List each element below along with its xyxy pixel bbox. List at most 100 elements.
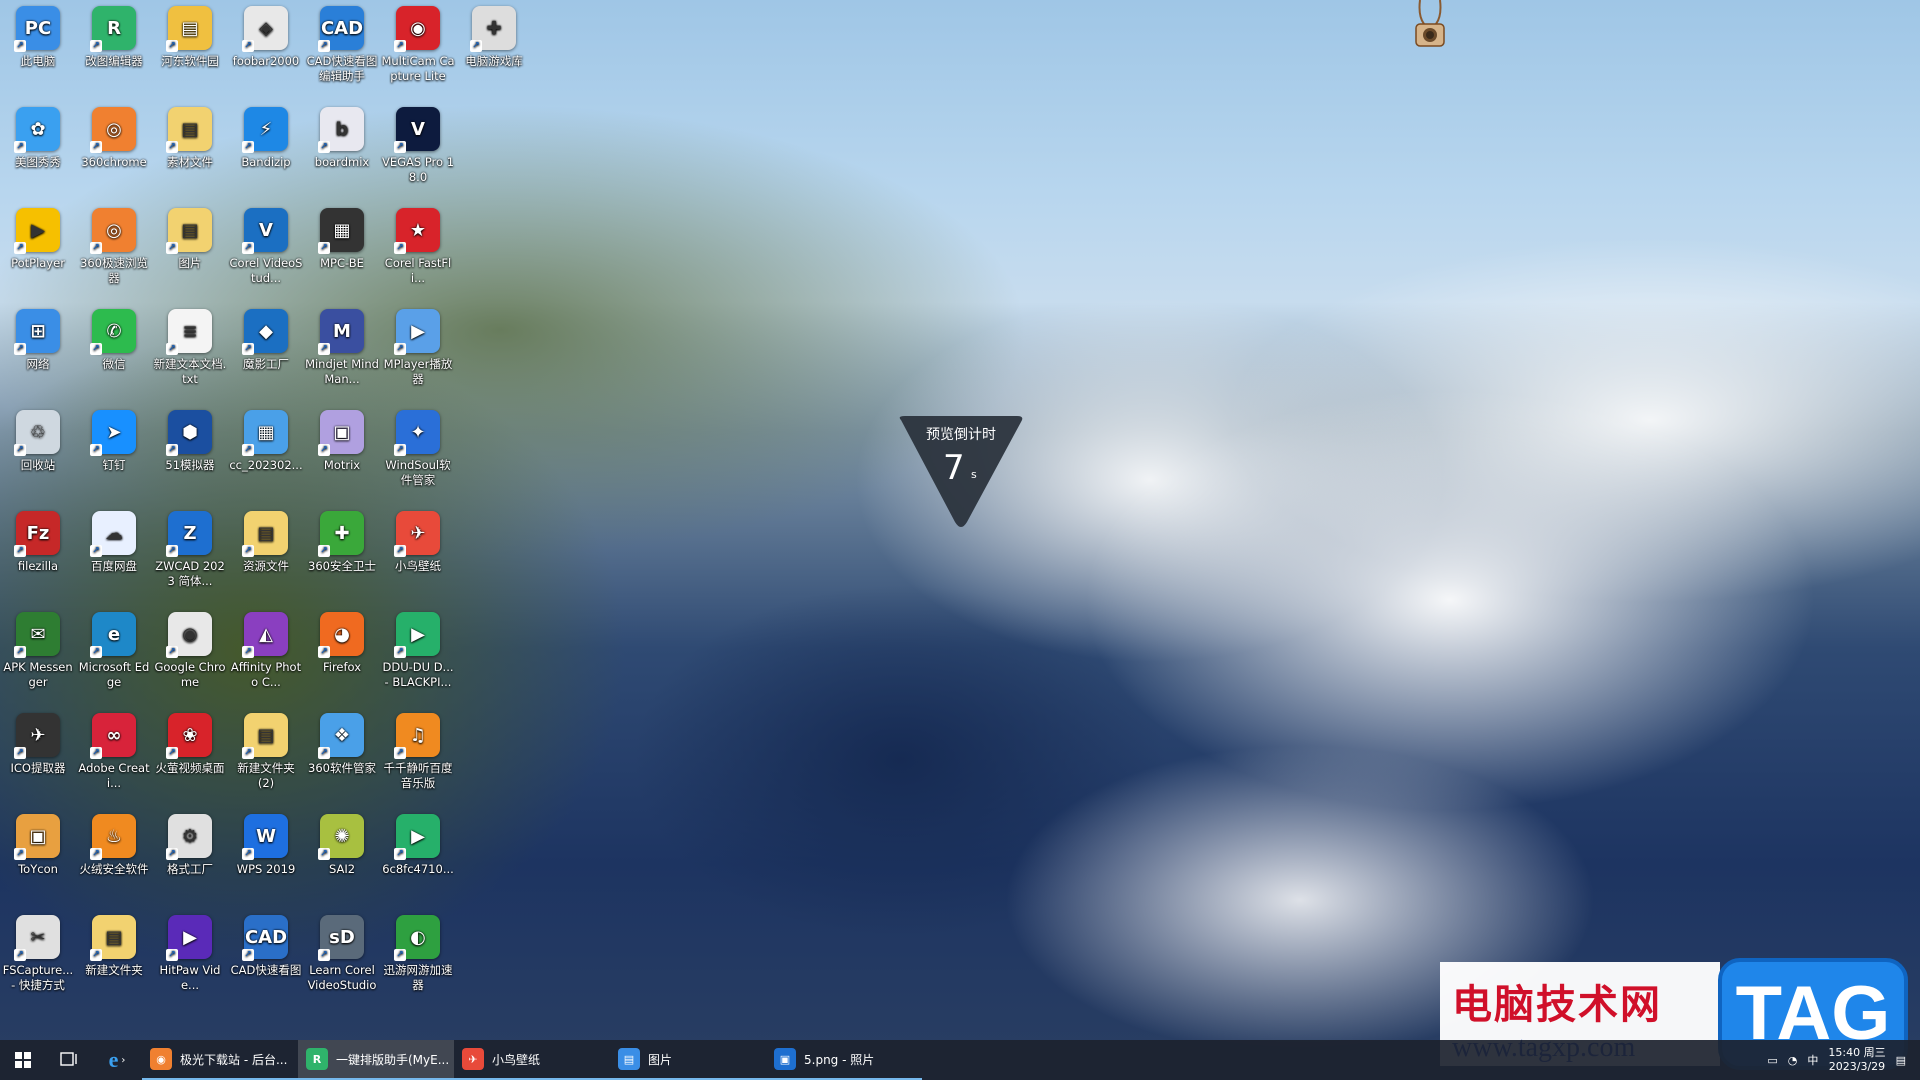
desktop-icon[interactable]: ✦ ↗ WindSoul软件管家 — [380, 404, 456, 488]
volume-icon[interactable]: ◔ — [1788, 1054, 1798, 1067]
desktop-icon[interactable]: ▣ ↗ ToYcon — [0, 808, 76, 877]
input-method-icon[interactable]: 中 — [1807, 1052, 1818, 1068]
desktop-icon[interactable]: ▤ ↗ 资源文件 — [228, 505, 304, 574]
app-glyph-icon: ▣ — [333, 421, 351, 443]
app-icon: ⚡ ↗ — [242, 107, 288, 153]
desktop-icon[interactable]: W ↗ WPS 2019 — [228, 808, 304, 877]
desktop-icon[interactable]: ✂ ↗ FSCapture... - 快捷方式 — [0, 909, 76, 993]
desktop-icon[interactable]: ▤ ↗ 图片 — [152, 202, 228, 271]
desktop-icon[interactable]: ◉ ↗ MultiCam Capture Lite — [380, 0, 456, 84]
desktop-icon[interactable]: ∞ ↗ Adobe Creati... — [76, 707, 152, 791]
desktop-icon[interactable]: Fz ↗ filezilla — [0, 505, 76, 574]
desktop-icon[interactable]: ⬢ ↗ 51模拟器 — [152, 404, 228, 473]
desktop-icon[interactable]: V ↗ Corel VideoStud... — [228, 202, 304, 286]
desktop-icon[interactable]: ▶ ↗ 6c8fc4710... — [380, 808, 456, 877]
desktop-icon[interactable]: ▶ ↗ PotPlayer — [0, 202, 76, 271]
desktop-icon-label: Bandizip — [241, 155, 291, 169]
internet-explorer-button[interactable]: e › — [92, 1040, 142, 1080]
tray-clock[interactable]: 15:40 周三 2023/3/29 — [1828, 1046, 1885, 1074]
desktop-icon[interactable]: ✆ ↗ 微信 — [76, 303, 152, 372]
desktop-icon[interactable]: ✚ ↗ 电脑游戏库 — [456, 0, 532, 69]
desktop-icon[interactable]: ◐ ↗ 迅游网游加速器 — [380, 909, 456, 993]
desktop-icon-label: 6c8fc4710... — [382, 862, 454, 876]
desktop-icon[interactable]: R ↗ 改图编辑器 — [76, 0, 152, 69]
taskbar-window-label: 小鸟壁纸 — [492, 1052, 541, 1067]
desktop-icon[interactable]: ▤ ↗ 新建文件夹 (2) — [228, 707, 304, 791]
desktop-icon[interactable]: ▣ ↗ Motrix — [304, 404, 380, 473]
desktop-icon[interactable]: ★ ↗ Corel FastFli... — [380, 202, 456, 286]
desktop-icon[interactable]: ▦ ↗ cc_202302... — [228, 404, 304, 473]
desktop-icon[interactable]: PC ↗ 此电脑 — [0, 0, 76, 69]
desktop-icon[interactable]: ⚡ ↗ Bandizip — [228, 101, 304, 170]
app-icon: b ↗ — [318, 107, 364, 153]
taskbar-window-item[interactable]: ✈ 小鸟壁纸 — [454, 1040, 610, 1080]
desktop-icon[interactable]: sD ↗ Learn Corel VideoStudio — [304, 909, 380, 993]
task-view-button[interactable] — [46, 1040, 92, 1080]
desktop-icon[interactable]: M ↗ Mindjet MindMan... — [304, 303, 380, 387]
desktop-icon[interactable]: ◉ ↗ Google Chrome — [152, 606, 228, 690]
desktop-icon[interactable]: ≡ ↗ 新建文本文档.txt — [152, 303, 228, 387]
shortcut-arrow-icon: ↗ — [242, 141, 254, 153]
app-icon: ★ ↗ — [394, 208, 440, 254]
desktop-icon[interactable]: ✈ ↗ 小鸟壁纸 — [380, 505, 456, 574]
desktop-icon-label: 此电脑 — [20, 54, 56, 68]
desktop-icon[interactable]: e ↗ Microsoft Edge — [76, 606, 152, 690]
desktop-icon[interactable]: ◆ ↗ 魔影工厂 — [228, 303, 304, 372]
desktop-icon[interactable]: ✺ ↗ SAI2 — [304, 808, 380, 877]
app-icon: ▶ ↗ — [394, 814, 440, 860]
shortcut-arrow-icon: ↗ — [318, 242, 330, 254]
watermark-site-name: 电脑技术网 — [1452, 981, 1662, 1028]
desktop-icon[interactable]: CAD ↗ CAD快速看图 — [228, 909, 304, 978]
desktop-icon[interactable]: ❖ ↗ 360软件管家 — [304, 707, 380, 776]
start-button[interactable] — [0, 1040, 46, 1080]
app-glyph-icon: ⊞ — [30, 320, 46, 342]
desktop-icon[interactable]: ▶ ↗ HitPaw Vide... — [152, 909, 228, 993]
app-icon: ♲ ↗ — [14, 410, 60, 456]
notification-icon[interactable]: ▤ — [1896, 1054, 1906, 1067]
desktop-icon[interactable]: ▤ ↗ 新建文件夹 — [76, 909, 152, 978]
desktop-icon[interactable]: ▶ ↗ MPlayer播放器 — [380, 303, 456, 387]
desktop-icon[interactable]: ▤ ↗ 河东软件园 — [152, 0, 228, 69]
app-glyph-icon: CAD — [244, 926, 288, 948]
desktop-icon[interactable]: ✚ ↗ 360安全卫士 — [304, 505, 380, 574]
desktop-icon[interactable]: ▦ ↗ MPC-BE — [304, 202, 380, 271]
taskbar-window-item[interactable]: ▤ 图片 — [610, 1040, 766, 1080]
desktop-icon[interactable]: ◎ ↗ 360chrome — [76, 101, 152, 170]
desktop-icon[interactable]: ✿ ↗ 美图秀秀 — [0, 101, 76, 170]
desktop-icon[interactable]: ◕ ↗ Firefox — [304, 606, 380, 675]
desktop-icon[interactable]: V ↗ VEGAS Pro 18.0 — [380, 101, 456, 185]
shortcut-arrow-icon: ↗ — [318, 747, 330, 759]
taskbar-window-item[interactable]: ▣ 5.png - 照片 — [766, 1040, 922, 1080]
desktop-icon[interactable]: ♲ ↗ 回收站 — [0, 404, 76, 473]
desktop-icon[interactable]: ▤ ↗ 素材文件 — [152, 101, 228, 170]
camera-widget-icon[interactable] — [1410, 0, 1450, 52]
desktop-icon[interactable]: ➤ ↗ 钉钉 — [76, 404, 152, 473]
desktop-icon[interactable]: ☁ ↗ 百度网盘 — [76, 505, 152, 574]
desktop-icon[interactable]: ⚙ ↗ 格式工厂 — [152, 808, 228, 877]
shortcut-arrow-icon: ↗ — [470, 40, 482, 52]
desktop-icon[interactable]: ✉ ↗ APK Messenger — [0, 606, 76, 690]
desktop-icon-label: 回收站 — [20, 458, 56, 472]
desktop-icon[interactable]: ♫ ↗ 千千静听百度音乐版 — [380, 707, 456, 791]
chevron-right-icon: › — [121, 1054, 126, 1066]
desktop-icon-label: 百度网盘 — [91, 559, 137, 573]
app-icon: ♫ ↗ — [394, 713, 440, 759]
desktop-icon[interactable]: ◭ ↗ Affinity Photo C... — [228, 606, 304, 690]
action-center-icon[interactable]: ▭ — [1767, 1054, 1777, 1067]
app-icon: ✺ ↗ — [318, 814, 364, 860]
app-glyph-icon: ▶ — [411, 825, 425, 847]
desktop-icon[interactable]: ⊞ ↗ 网络 — [0, 303, 76, 372]
desktop-icon[interactable]: b ↗ boardmix — [304, 101, 380, 170]
desktop-icon[interactable]: ◎ ↗ 360极速浏览器 — [76, 202, 152, 286]
desktop-icon[interactable]: ◈ ↗ foobar2000 — [228, 0, 304, 69]
taskbar-window-item[interactable]: R 一键排版助手(MyE... — [298, 1040, 454, 1080]
desktop-icon[interactable]: CAD ↗ CAD快速看图 编辑助手 — [304, 0, 380, 84]
desktop-icon[interactable]: ♨ ↗ 火绒安全软件 — [76, 808, 152, 877]
taskbar-window-item[interactable]: ◉ 极光下载站 - 后台... — [142, 1040, 298, 1080]
desktop-icon[interactable]: ✈ ↗ ICO提取器 — [0, 707, 76, 776]
desktop-icon-label: FSCapture... - 快捷方式 — [2, 963, 74, 992]
desktop-icon[interactable]: Z ↗ ZWCAD 2023 简体... — [152, 505, 228, 589]
desktop-icon[interactable]: ▶ ↗ DDU-DU D... - BLACKPI... — [380, 606, 456, 690]
desktop-icon[interactable]: ❀ ↗ 火萤视频桌面 — [152, 707, 228, 776]
app-glyph-icon: ★ — [409, 219, 427, 241]
